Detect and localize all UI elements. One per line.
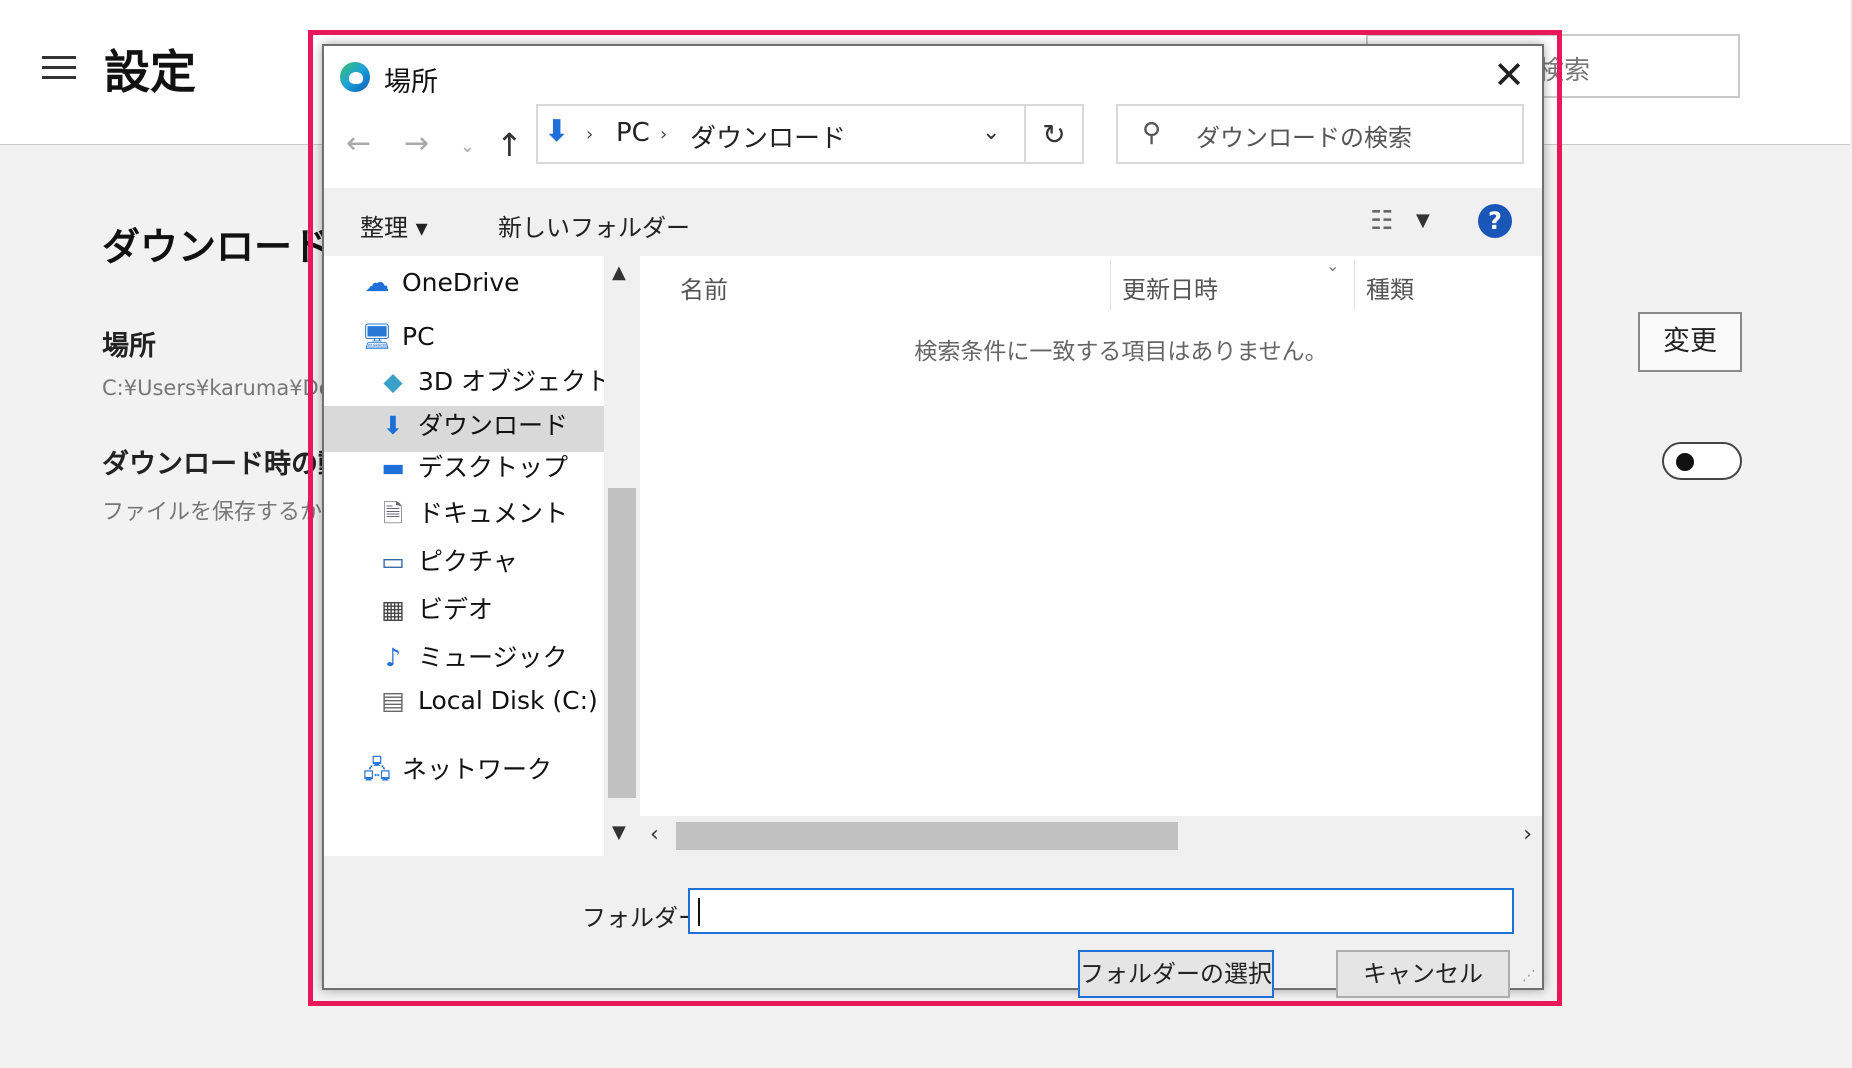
location-label: 場所 xyxy=(102,331,156,362)
menu-icon[interactable] xyxy=(42,56,76,86)
highlight-frame xyxy=(308,30,1562,1006)
toggle-knob xyxy=(1676,453,1694,471)
location-path: C:¥Users¥karuma¥Do xyxy=(102,376,332,400)
page-title: 設定 xyxy=(104,45,196,99)
section-title: ダウンロード xyxy=(102,225,331,269)
ask-download-toggle[interactable] xyxy=(1662,442,1742,480)
change-location-button[interactable]: 変更 xyxy=(1638,312,1742,372)
